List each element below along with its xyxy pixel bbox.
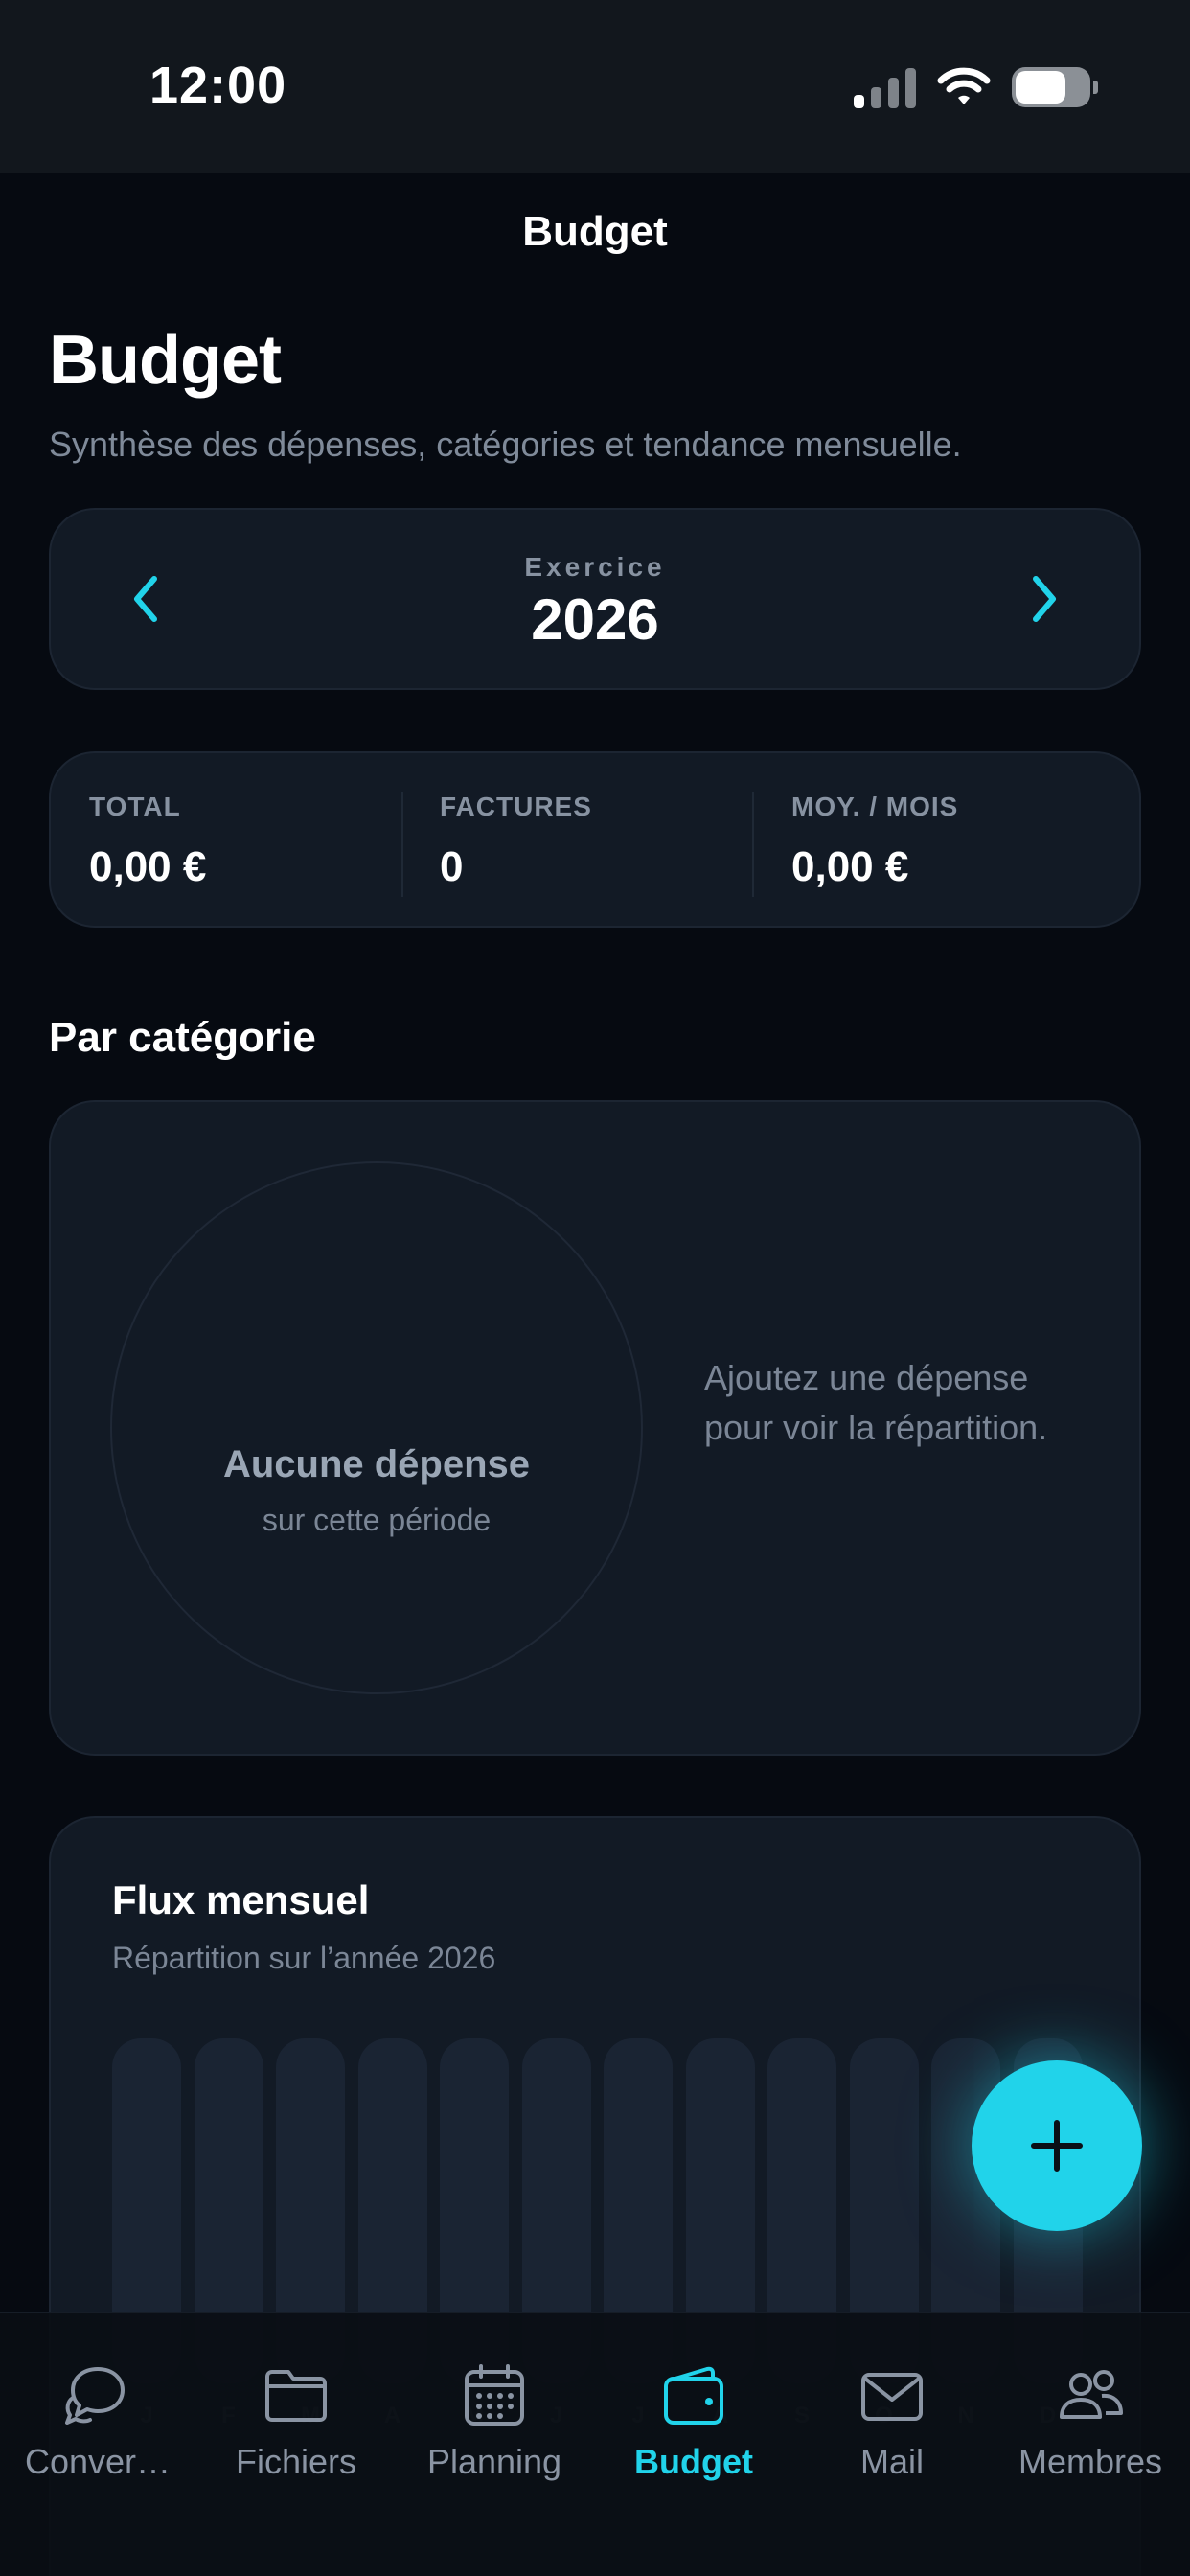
tab-members[interactable]: Membres <box>995 2359 1186 2482</box>
wallet-icon <box>657 2359 730 2432</box>
calendar-icon <box>458 2359 531 2432</box>
chevron-right-icon <box>1033 576 1056 622</box>
status-bar: 12:00 <box>0 0 1190 172</box>
mail-icon <box>856 2359 928 2432</box>
tab-label: Membres <box>1018 2442 1163 2481</box>
battery-icon <box>1012 67 1098 107</box>
tab-label: Budget <box>634 2442 753 2481</box>
category-breakdown-card: Aucune dépense sur cette période Ajoutez… <box>49 1100 1141 1756</box>
tab-label: Fichiers <box>235 2442 357 2481</box>
stat-invoices: FACTURES 0 <box>440 792 592 891</box>
year-selector: Exercice 2026 <box>49 508 1141 690</box>
tab-label: Conver… <box>24 2442 172 2481</box>
divider <box>752 792 754 897</box>
stats-summary: TOTAL 0,00 € FACTURES 0 MOY. / MOIS 0,00… <box>49 751 1141 928</box>
chat-bubbles-icon <box>61 2359 134 2432</box>
stat-value: 0,00 € <box>791 843 909 890</box>
stat-label: FACTURES <box>440 792 592 821</box>
year-value: 2026 <box>531 587 659 652</box>
tab-label: Planning <box>426 2442 562 2481</box>
nav-title: Budget <box>522 208 668 255</box>
stat-value: 0,00 € <box>89 843 207 890</box>
wifi-icon <box>937 67 991 104</box>
year-label: Exercice <box>524 552 666 582</box>
status-time: 12:00 <box>149 57 287 114</box>
divider <box>401 792 403 897</box>
tab-label: Mail <box>859 2442 924 2481</box>
tab-planning[interactable]: Planning <box>399 2359 590 2482</box>
flux-subtitle: Répartition sur l’année 2026 <box>112 1941 496 1975</box>
flux-title: Flux mensuel <box>112 1877 370 1922</box>
stat-monthly-average: MOY. / MOIS 0,00 € <box>791 792 958 891</box>
tab-conversations[interactable]: Conver… <box>2 2359 194 2482</box>
folder-icon <box>260 2359 332 2432</box>
category-hint: Ajoutez une dépense pour voir la réparti… <box>704 1358 1048 1447</box>
empty-state-title: Aucune dépense <box>222 1443 531 1485</box>
plus-icon <box>1031 2120 1083 2172</box>
next-year-button[interactable] <box>1015 565 1072 632</box>
stat-label: MOY. / MOIS <box>791 792 959 821</box>
stat-total: TOTAL 0,00 € <box>89 792 206 891</box>
tab-bar: Conver… Fichiers Planning Budget Mail Me… <box>0 2312 1190 2576</box>
tab-mail[interactable]: Mail <box>796 2359 988 2482</box>
tab-budget[interactable]: Budget <box>598 2359 790 2482</box>
cellular-signal-icon <box>854 66 916 108</box>
page-title: Budget <box>49 322 282 399</box>
add-expense-button[interactable] <box>972 2060 1142 2231</box>
stat-value: 0 <box>440 843 464 890</box>
category-donut-chart: Aucune dépense sur cette période <box>110 1162 643 1694</box>
tab-files[interactable]: Fichiers <box>200 2359 392 2482</box>
members-icon <box>1054 2359 1127 2432</box>
page-subtitle: Synthèse des dépenses, catégories et ten… <box>49 425 962 464</box>
status-icons <box>854 65 1098 109</box>
category-section-title: Par catégorie <box>49 1014 316 1061</box>
empty-state-subtitle: sur cette période <box>262 1503 492 1537</box>
stat-label: TOTAL <box>89 792 181 821</box>
